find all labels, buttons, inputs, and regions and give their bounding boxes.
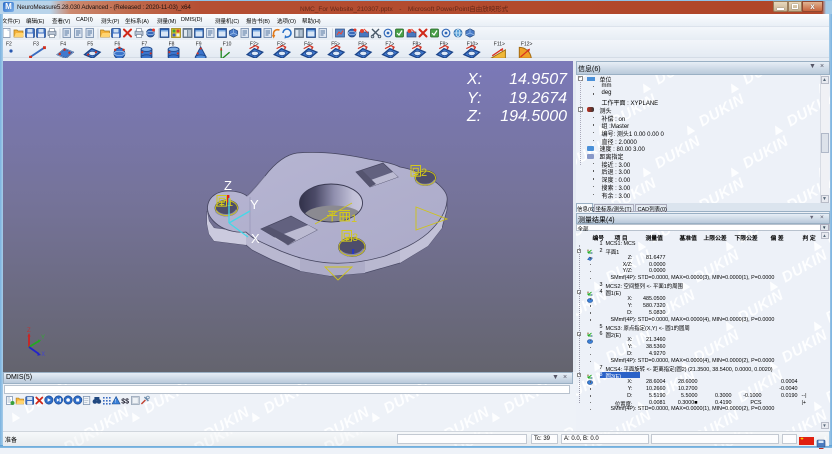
svg-text:1: 1 xyxy=(351,213,357,225)
svg-text:2: 2 xyxy=(421,167,427,179)
svg-text:F10: F10 xyxy=(223,42,232,48)
svg-text:3: 3 xyxy=(352,232,358,244)
svg-text:Z:: Z: xyxy=(466,108,481,125)
svg-text:X: X xyxy=(42,351,46,358)
svg-text:F7: F7 xyxy=(142,42,148,48)
svg-text:19.2674: 19.2674 xyxy=(509,90,567,107)
svg-text:X: X xyxy=(251,231,260,246)
svg-text:F8: F8 xyxy=(169,42,175,48)
svg-text:14.9507: 14.9507 xyxy=(509,71,568,88)
svg-text:F4: F4 xyxy=(60,42,66,48)
svg-text:X:: X: xyxy=(466,71,482,88)
svg-text:!: ! xyxy=(115,399,116,405)
svg-text:F12>: F12> xyxy=(521,42,533,48)
svg-text:Y: Y xyxy=(41,335,45,341)
svg-text:F11>: F11> xyxy=(494,42,505,48)
svg-text:F2: F2 xyxy=(6,42,12,48)
svg-text:F10>: F10> xyxy=(467,42,479,48)
svg-text:$$: $$ xyxy=(121,399,129,406)
svg-text:F5: F5 xyxy=(87,42,93,48)
svg-text:Y:: Y: xyxy=(467,90,482,107)
svg-text:F3: F3 xyxy=(33,42,39,48)
svg-text:Z: Z xyxy=(27,328,31,334)
svg-text:Z: Z xyxy=(224,178,232,193)
svg-text:194.5000: 194.5000 xyxy=(500,108,567,125)
svg-text:Y: Y xyxy=(250,197,259,212)
